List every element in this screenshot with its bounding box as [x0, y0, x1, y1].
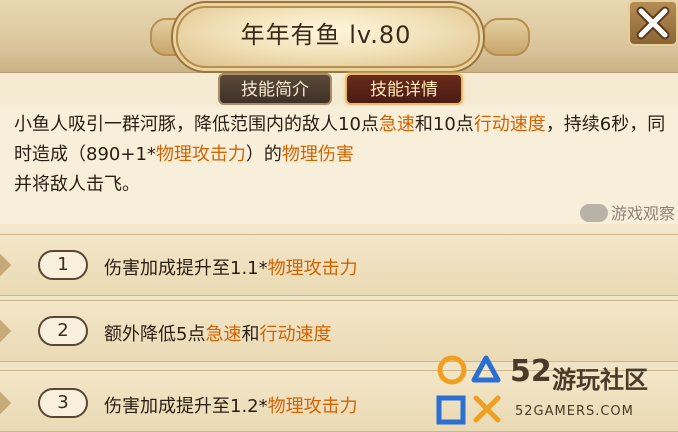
row-ornament	[0, 391, 12, 415]
upgrade-text-part: 伤害加成提升至1.2*	[104, 396, 268, 417]
upgrade-text-part: 和	[241, 324, 260, 345]
upgrade-highlight: 物理攻击力	[267, 258, 358, 279]
desc-part: 小鱼人吸引一群河豚，降低范围内的敌人10点	[14, 114, 379, 135]
upgrade-text-part: 额外降低5点	[104, 324, 206, 345]
desc-part: 并将敌人击飞。	[14, 174, 140, 195]
upgrade-number-badge: 2	[38, 316, 88, 346]
logo-english-text: 52GAMERS.COM	[515, 404, 634, 419]
logo-number: 52	[510, 354, 552, 389]
upgrade-highlight: 物理攻击力	[267, 396, 358, 417]
tab-skill-detail[interactable]: 技能详情	[345, 73, 463, 105]
close-x-icon	[636, 6, 670, 40]
desc-highlight-phys-attack: 物理攻击力	[155, 144, 246, 165]
upgrade-row-1: 1 伤害加成提升至1.1*物理攻击力	[0, 234, 678, 296]
row-ornament	[0, 319, 12, 343]
watermark-eyes-icon	[580, 204, 608, 222]
upgrade-text: 伤害加成提升至1.1*物理攻击力	[104, 254, 358, 280]
upgrade-text: 伤害加成提升至1.2*物理攻击力	[104, 392, 358, 418]
upgrade-text: 额外降低5点急速和行动速度	[104, 320, 331, 346]
desc-highlight-move-speed: 行动速度	[473, 114, 546, 135]
watermark-text: 游戏观察	[611, 204, 676, 223]
upgrade-row-2: 2 额外降低5点急速和行动速度	[0, 300, 678, 362]
row-ornament	[0, 253, 12, 277]
gamers-logo-icon	[436, 355, 501, 425]
skill-detail-panel: 年年有鱼 lv.80 技能简介 技能详情 小鱼人吸引一群河豚，降低范围内的敌人1…	[0, 0, 678, 432]
upgrade-number-badge: 1	[38, 250, 88, 280]
upgrade-text-part: 伤害加成提升至1.1*	[104, 258, 268, 279]
upgrade-number-badge: 3	[38, 388, 88, 418]
logo-chinese-text: 游玩社区	[552, 366, 648, 394]
desc-part: 和10点	[414, 114, 474, 135]
skill-description: 小鱼人吸引一群河豚，降低范围内的敌人10点急速和10点行动速度，持续6秒，同时造…	[14, 110, 668, 200]
desc-part: ）的	[245, 144, 282, 165]
plaque-ornament-right	[482, 18, 530, 56]
upgrade-highlight: 急速	[205, 324, 242, 345]
skill-title: 年年有鱼 lv.80	[240, 21, 412, 49]
desc-highlight-phys-damage: 物理伤害	[281, 144, 354, 165]
tab-skill-intro[interactable]: 技能简介	[218, 73, 332, 105]
upgrade-highlight: 行动速度	[259, 324, 332, 345]
desc-highlight-haste: 急速	[378, 114, 415, 135]
close-button[interactable]	[628, 0, 678, 46]
